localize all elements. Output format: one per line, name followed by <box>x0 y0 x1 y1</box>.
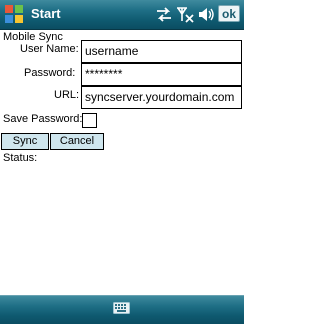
username-input[interactable]: username <box>81 40 242 63</box>
title-bar: Start ok <box>0 0 244 30</box>
password-input[interactable]: ******** <box>81 63 242 86</box>
speaker-icon[interactable] <box>197 6 215 23</box>
no-signal-icon[interactable] <box>176 6 194 23</box>
status-label: Status: <box>3 152 38 164</box>
sync-arrows-icon[interactable] <box>155 6 173 23</box>
save-password-checkbox[interactable] <box>82 113 97 128</box>
soft-key-bar <box>0 295 244 324</box>
password-label: Password: <box>24 67 76 79</box>
keyboard-icon[interactable] <box>113 302 130 314</box>
url-label: URL: <box>54 89 80 101</box>
ok-button[interactable]: ok <box>218 5 240 22</box>
username-label: User Name: <box>20 43 79 55</box>
sync-button[interactable]: Sync <box>1 133 49 150</box>
windows-start-icon[interactable] <box>4 4 24 24</box>
app-title[interactable]: Start <box>31 6 61 22</box>
url-input[interactable]: syncserver.yourdomain.com <box>81 86 242 109</box>
cancel-button[interactable]: Cancel <box>50 133 104 150</box>
save-password-label: Save Password: <box>3 113 83 125</box>
